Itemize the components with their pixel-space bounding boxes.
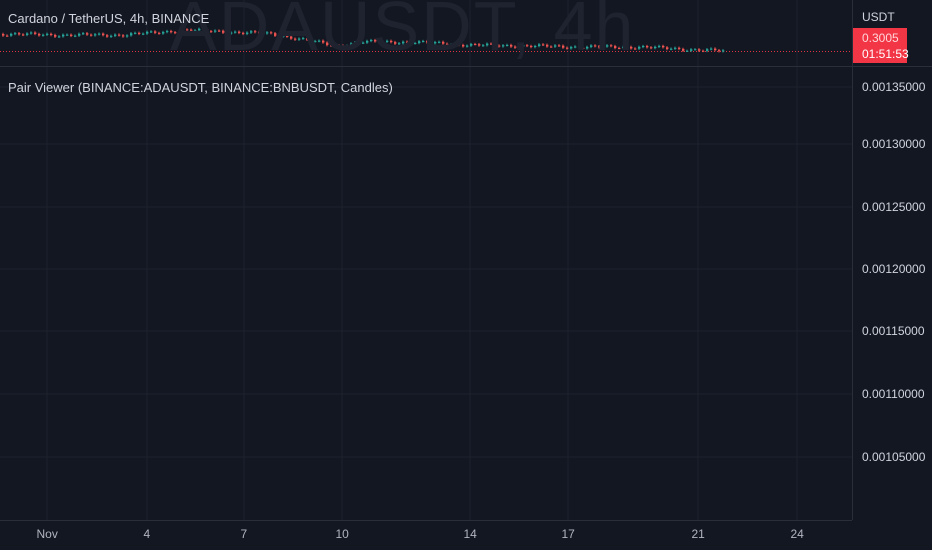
time-tick-label: 14 xyxy=(463,527,477,541)
last-price-value: 0.3005 xyxy=(862,31,899,45)
candle-body xyxy=(146,31,149,34)
candle-body xyxy=(14,33,17,35)
candle-body xyxy=(638,46,641,49)
symbol-watermark: ADAUSDT, 4h xyxy=(170,0,636,65)
candle-body xyxy=(166,31,169,33)
candle-body xyxy=(18,33,21,35)
time-tick-label: 17 xyxy=(561,527,575,541)
indicator-title[interactable]: Pair Viewer (BINANCE:ADAUSDT, BINANCE:BN… xyxy=(8,80,393,95)
candle-body xyxy=(98,33,101,35)
candle-body xyxy=(662,45,665,48)
candle-body xyxy=(62,34,65,37)
candle-body xyxy=(690,49,693,51)
candle-body xyxy=(6,35,9,37)
candle-body xyxy=(86,33,89,35)
candle-body xyxy=(670,48,673,50)
candle-body xyxy=(70,34,73,36)
candle-body xyxy=(122,35,125,37)
indicator-tick-label: 0.00135000 xyxy=(862,80,926,94)
candle-body xyxy=(134,32,137,34)
candle-body xyxy=(682,48,685,51)
candle-body xyxy=(674,47,677,49)
candle-body xyxy=(22,34,25,36)
candle-body xyxy=(126,35,129,37)
candle-body xyxy=(678,47,681,49)
candle-body xyxy=(642,46,645,48)
candle-body xyxy=(38,33,41,36)
candle-body xyxy=(154,31,157,33)
candle-body xyxy=(130,33,133,36)
time-tick-label: 7 xyxy=(240,527,248,541)
candle-body xyxy=(150,31,153,33)
candle-body xyxy=(30,32,33,34)
time-tick-label: 21 xyxy=(691,527,705,541)
candle-body xyxy=(686,50,689,52)
symbol-title[interactable]: Cardano / TetherUS, 4h, BINANCE xyxy=(8,11,209,26)
price-scale[interactable] xyxy=(852,0,932,520)
candle-body xyxy=(114,34,117,36)
candle-body xyxy=(90,34,93,36)
indicator-pane[interactable] xyxy=(0,67,852,520)
candle-body xyxy=(50,33,53,35)
time-tick-label: 10 xyxy=(335,527,349,541)
candle-body xyxy=(646,46,649,48)
time-axis[interactable] xyxy=(0,520,852,550)
candle-body xyxy=(666,47,669,50)
candle-body xyxy=(110,35,113,37)
candle-body xyxy=(118,34,121,36)
main-price-pane[interactable]: ADAUSDT, 4h Cardano / TetherUS, 4h, BINA… xyxy=(0,0,852,66)
candle-body xyxy=(138,32,141,34)
candle-body xyxy=(66,34,69,36)
candle-body xyxy=(82,33,85,35)
candle-body xyxy=(2,34,5,36)
candle-body xyxy=(698,49,701,51)
candle-body xyxy=(10,33,13,36)
indicator-tick-label: 0.00115000 xyxy=(862,324,925,338)
bar-countdown: 01:51:53 xyxy=(862,47,909,61)
last-price-tag: 0.3005 01:51:53 xyxy=(853,28,909,63)
candle-body xyxy=(102,33,105,36)
candle-body xyxy=(158,32,161,34)
candle-body xyxy=(106,35,109,37)
candle-body xyxy=(718,50,721,52)
currency-label: USDT xyxy=(862,10,895,24)
candle-body xyxy=(58,36,61,38)
candle-body xyxy=(54,34,57,37)
candle-body xyxy=(94,34,97,36)
candle-body xyxy=(706,49,709,51)
candle-body xyxy=(42,34,45,36)
candle-body xyxy=(658,45,661,47)
candle-body xyxy=(654,46,657,49)
indicator-grid xyxy=(0,67,852,520)
candle-body xyxy=(26,33,29,35)
indicator-tick-label: 0.00110000 xyxy=(862,387,925,401)
indicator-tick-label: 0.00120000 xyxy=(862,262,926,276)
candle-body xyxy=(162,32,165,34)
candle-body xyxy=(142,33,145,35)
time-tick-label: 24 xyxy=(790,527,804,541)
candle-body xyxy=(694,49,697,51)
candle-body xyxy=(722,50,725,52)
time-tick-label: 4 xyxy=(143,527,151,541)
indicator-tick-label: 0.00125000 xyxy=(862,200,926,214)
candle-body xyxy=(710,48,713,50)
indicator-tick-label: 0.00130000 xyxy=(862,137,926,151)
candle-body xyxy=(74,35,77,37)
candle-body xyxy=(46,33,49,35)
candle-body xyxy=(714,48,717,51)
candle-body xyxy=(34,32,37,34)
candle-body xyxy=(650,47,653,49)
indicator-tick-label: 0.00105000 xyxy=(862,450,926,464)
candle-body xyxy=(702,50,705,52)
candle-body xyxy=(78,33,81,36)
time-tick-label: Nov xyxy=(36,527,58,541)
